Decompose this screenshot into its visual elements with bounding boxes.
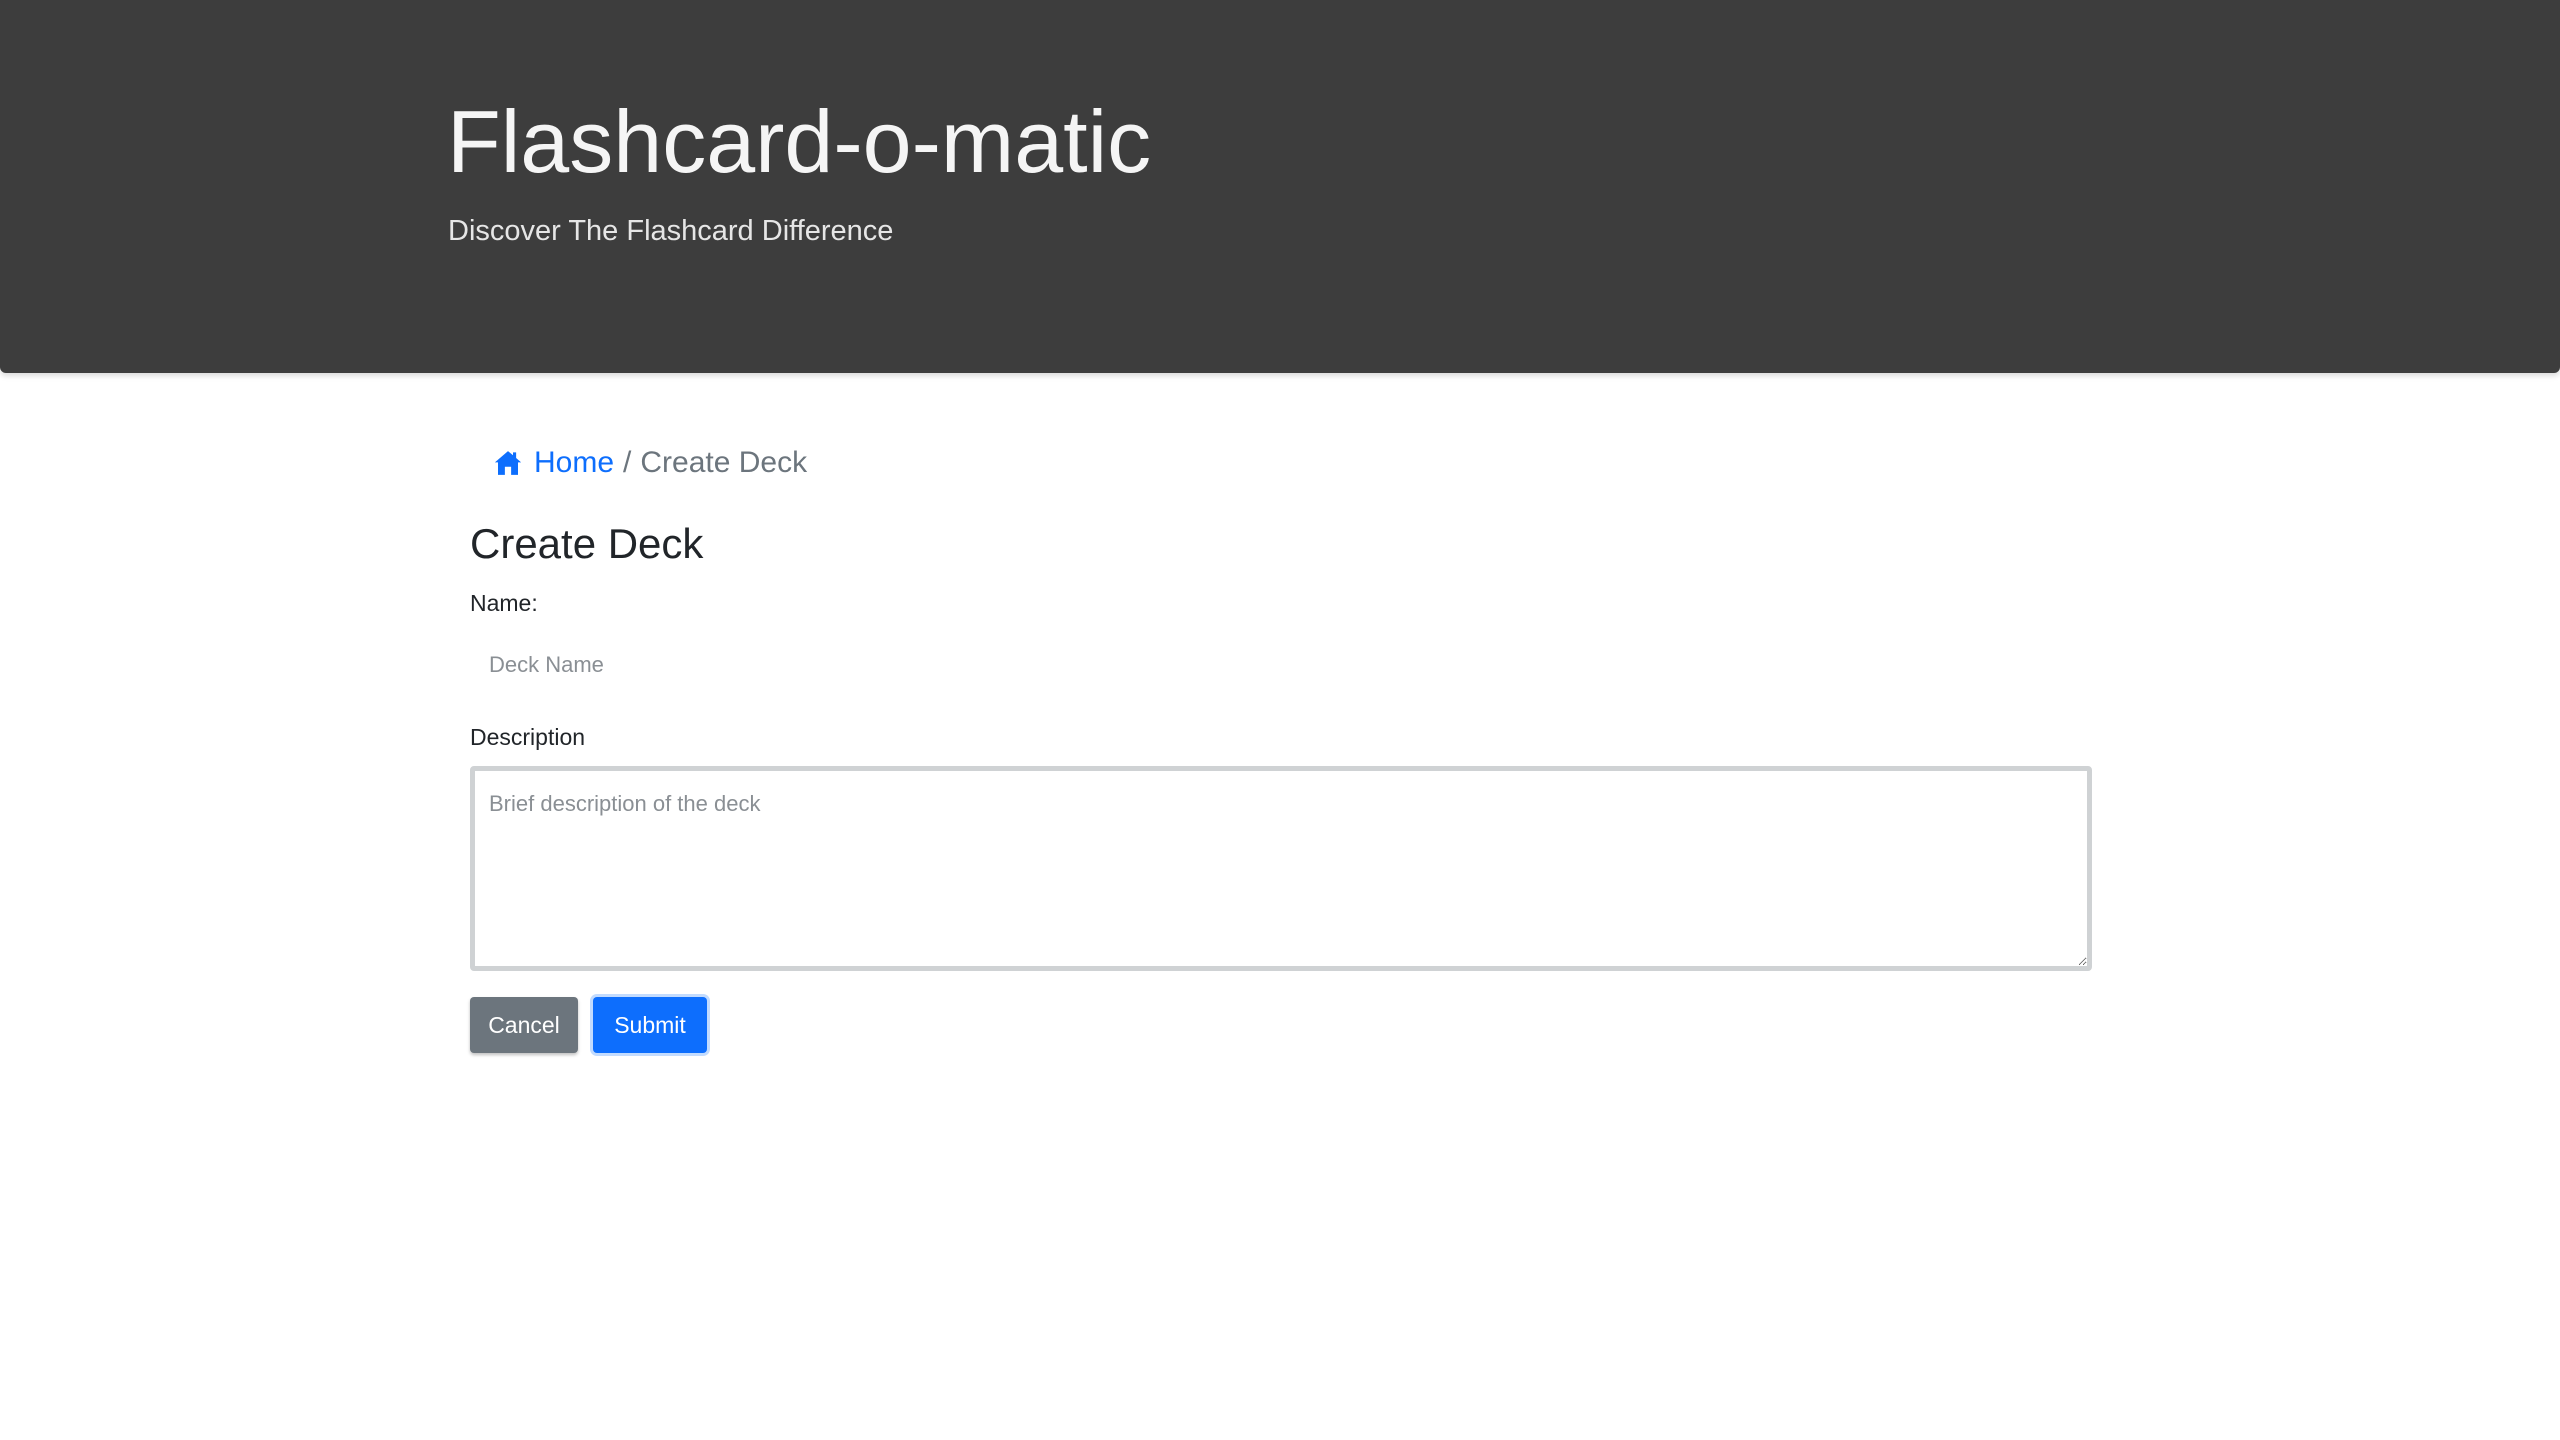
breadcrumb-current: Create Deck	[640, 446, 808, 479]
app-title: Flashcard-o-matic	[447, 92, 1152, 191]
description-label: Description	[470, 724, 586, 750]
page-title: Create Deck	[470, 520, 704, 567]
breadcrumb-home-link[interactable]: Home	[534, 448, 614, 478]
cancel-button[interactable]: Cancel	[470, 997, 578, 1053]
app-header: Flashcard-o-matic Discover The Flashcard…	[0, 0, 2560, 373]
breadcrumb-separator: /	[623, 446, 632, 479]
app-subtitle: Discover The Flashcard Difference	[448, 215, 894, 247]
name-label: Name:	[470, 590, 538, 616]
deck-name-input[interactable]	[470, 640, 2092, 690]
house-icon[interactable]	[493, 448, 523, 478]
breadcrumb: Home / Create Deck	[493, 448, 807, 478]
submit-button[interactable]: Submit	[593, 997, 707, 1053]
deck-description-textarea[interactable]	[470, 766, 2092, 971]
